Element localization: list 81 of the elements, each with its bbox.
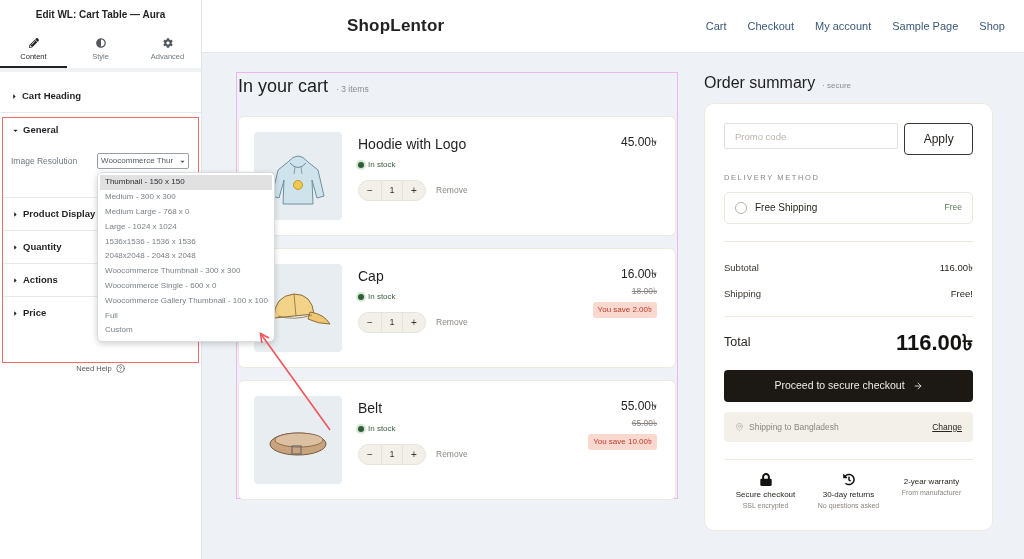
item-price: 45.00৳ <box>620 135 657 149</box>
help-icon <box>115 364 125 373</box>
pencil-icon <box>28 38 39 48</box>
dropdown-option[interactable]: Full <box>100 308 272 323</box>
dropdown-option[interactable]: Woocommerce Gallery Thumbnail - 100 x 100 <box>100 293 272 309</box>
cart-title: In your cart <box>238 75 329 98</box>
original-price: 18.00৳ <box>631 286 657 297</box>
increment-button[interactable]: + <box>403 445 425 464</box>
summary-row-value: Free! <box>950 286 973 301</box>
dropdown-option[interactable]: Custom <box>100 322 272 338</box>
item-price: 55.00৳ <box>620 399 657 413</box>
total-amount: 116.00৳ <box>895 329 973 358</box>
decrement-button[interactable]: − <box>359 313 381 332</box>
feature-title: Secure checkout <box>735 489 796 500</box>
summary-row-label: Subtotal <box>724 260 759 275</box>
apply-button[interactable]: Apply <box>904 123 973 155</box>
remove-link[interactable]: Remove <box>436 448 468 461</box>
section-header[interactable]: Cart Heading <box>0 80 93 112</box>
savings-badge: You save 10.00৳ <box>588 434 657 450</box>
panel-title: Edit WL: Cart Table — Aura <box>35 7 166 22</box>
increment-button[interactable]: + <box>403 181 425 200</box>
dropdown-option[interactable]: 2048x2048 - 2048 x 2048 <box>100 249 272 264</box>
savings-badge: You save 2.00৳ <box>592 302 657 318</box>
promo-code-field[interactable]: Promo code <box>724 123 899 149</box>
dropdown-option[interactable]: 1536x1536 - 1536 x 1536 <box>100 234 272 249</box>
caret-right-icon <box>12 243 19 251</box>
dropdown-option[interactable]: Woocommerce Thumbnail - 300 x 300 <box>100 263 272 279</box>
quantity-value[interactable]: 1 <box>381 313 403 332</box>
map-pin-icon <box>735 422 744 433</box>
decrement-button[interactable]: − <box>359 181 381 200</box>
section-header[interactable]: Price <box>3 297 56 329</box>
nav-link[interactable]: Sample Page <box>892 17 959 35</box>
section-header[interactable]: Actions <box>3 264 67 296</box>
feature-title: 2-year warranty <box>903 476 960 487</box>
remove-link[interactable]: Remove <box>436 316 468 329</box>
checkout-button[interactable]: Proceed to secure checkout <box>724 369 973 403</box>
stock-status: In stock <box>368 291 396 303</box>
site-logo[interactable]: ShopLentor <box>347 13 445 39</box>
dropdown-option[interactable]: Thumbnail - 150 x 150 <box>100 175 272 190</box>
shipping-destination: Shipping to Bangladesh <box>749 420 839 434</box>
change-link[interactable]: Change <box>932 420 962 434</box>
delivery-option[interactable]: Free Shipping Free <box>724 192 973 224</box>
nav-link[interactable]: My account <box>815 17 872 35</box>
quantity-value[interactable]: 1 <box>381 445 403 464</box>
total-label: Total <box>724 334 751 352</box>
stock-status: In stock <box>368 159 396 171</box>
section-header[interactable]: Quantity <box>3 231 71 263</box>
caret-right-icon <box>11 92 18 100</box>
settings-icon <box>162 38 173 48</box>
field-label: Image Resolution <box>11 154 79 168</box>
caret-right-icon <box>12 276 19 284</box>
contrast-icon <box>95 38 106 48</box>
remove-link[interactable]: Remove <box>436 184 468 197</box>
original-price: 65.00৳ <box>631 418 657 429</box>
product-name[interactable]: Hoodie with Logo <box>358 135 467 153</box>
section-header[interactable]: General <box>3 118 68 142</box>
nav-link[interactable]: Checkout <box>747 17 794 35</box>
item-price: 16.00৳ <box>620 267 657 281</box>
delivery-option-label: Free Shipping <box>755 201 818 216</box>
history-icon <box>842 473 855 486</box>
quantity-value[interactable]: 1 <box>381 181 403 200</box>
arrow-right-icon <box>912 381 923 391</box>
nav-link[interactable]: Cart <box>705 17 727 35</box>
dropdown-option[interactable]: Woocommerce Single - 600 x 0 <box>100 278 272 294</box>
caret-right-icon <box>12 210 19 218</box>
caret-right-icon <box>12 309 19 317</box>
summary-row-label: Shipping <box>724 286 761 301</box>
stock-status: In stock <box>368 423 396 435</box>
increment-button[interactable]: + <box>403 313 425 332</box>
summary-title: Order summary <box>704 73 816 93</box>
lock-icon <box>759 473 772 486</box>
summary-note: · secure <box>822 80 852 92</box>
delivery-option-price: Free <box>944 201 962 215</box>
nav-link[interactable]: Shop <box>979 17 1005 35</box>
product-name[interactable]: Cap <box>358 267 384 285</box>
product-name[interactable]: Belt <box>358 399 383 417</box>
select-field[interactable]: Woocommerce Thur <box>97 153 189 169</box>
item-count: · 3 items <box>336 83 369 96</box>
summary-row-value: 116.00৳ <box>939 260 973 275</box>
decrement-button[interactable]: − <box>359 445 381 464</box>
feature-title: 30-day returns <box>822 489 875 500</box>
